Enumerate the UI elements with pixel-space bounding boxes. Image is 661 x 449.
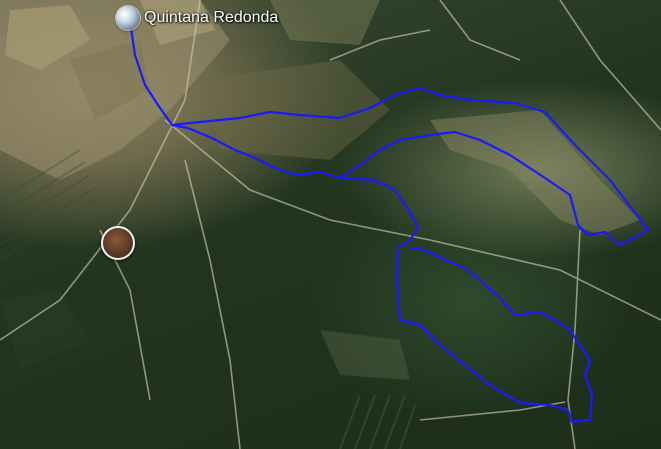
gps-route bbox=[129, 26, 650, 424]
globe-pin-icon[interactable] bbox=[116, 6, 140, 30]
route-segment-south-loop bbox=[338, 176, 594, 424]
route-segment-return bbox=[170, 123, 342, 180]
route-segment-north-loop bbox=[170, 86, 650, 247]
place-label: Quintana Redonda bbox=[144, 9, 279, 26]
route-segment-start bbox=[129, 26, 174, 127]
place-marker[interactable]: Quintana Redonda bbox=[116, 6, 278, 30]
satellite-map[interactable]: Quintana Redonda bbox=[0, 0, 661, 449]
route-path-group bbox=[129, 26, 650, 424]
photo-thumbnail-icon[interactable] bbox=[101, 226, 135, 260]
